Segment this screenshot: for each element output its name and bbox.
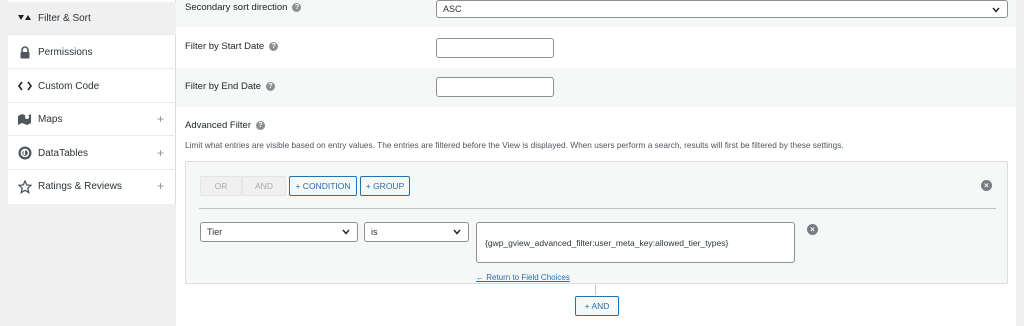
end-date-row: Filter by End Date ? [176,68,1016,107]
remove-condition-icon[interactable]: × [807,224,818,235]
chevron-down-icon [342,229,350,235]
expand-icon[interactable]: + [157,146,164,160]
lock-icon [18,45,32,59]
sidebar-item-label: Maps [38,113,63,125]
sidebar-item-label: Ratings & Reviews [38,181,122,192]
help-icon[interactable]: ? [269,42,279,51]
sidebar-item-label: Filter & Sort [38,12,91,24]
and-button[interactable]: AND [242,176,286,196]
settings-sidebar: Filter & Sort Permissions Custom Code Ma… [8,0,176,204]
expand-icon[interactable]: + [157,179,164,193]
start-date-row: Filter by Start Date ? [176,27,1016,68]
remove-group-icon[interactable]: × [981,180,992,191]
help-icon[interactable]: ? [256,121,266,130]
return-to-field-choices-link[interactable]: ← Return to Field Choices [476,273,570,282]
sidebar-item-maps[interactable]: Maps + [8,103,176,136]
filter-sort-icon [18,11,32,25]
filter-group-panel: OR AND + CONDITION + GROUP × Tier is {gw… [185,161,1008,284]
star-icon [18,179,32,194]
advanced-filter-label: Advanced Filter ? [185,120,266,131]
condition-operator-select[interactable]: is [364,222,469,242]
chevron-down-icon [453,229,461,235]
sidebar-item-label: DataTables [38,147,89,159]
help-icon[interactable]: ? [292,3,302,12]
end-date-label: Filter by End Date ? [185,81,276,92]
sidebar-item-datatables[interactable]: DataTables + [8,137,176,170]
code-icon [18,79,32,93]
condition-value-input[interactable]: {gwp_gview_advanced_filter:user_meta_key… [476,222,795,263]
advanced-filter-description: Limit what entries are visible based on … [185,140,844,150]
secondary-sort-select[interactable]: ASC [436,0,1008,18]
start-date-label: Filter by Start Date ? [185,41,279,52]
sidebar-item-filter-sort[interactable]: Filter & Sort [8,2,176,35]
divider [199,208,996,209]
sidebar-item-ratings-reviews[interactable]: Ratings & Reviews + [8,170,176,203]
sidebar-item-label: Permissions [38,46,93,58]
advanced-filter-row: Advanced Filter ? Limit what entries are… [176,107,1016,326]
help-icon[interactable]: ? [266,82,276,91]
expand-icon[interactable]: + [157,112,164,126]
add-group-button[interactable]: + GROUP [360,176,410,196]
secondary-sort-row: Secondary sort direction ? ASC [176,0,1016,27]
add-and-button[interactable]: + AND [575,296,619,316]
condition-field-select[interactable]: Tier [200,222,358,242]
datatables-icon [18,146,32,160]
or-button[interactable]: OR [200,176,242,196]
add-condition-button[interactable]: + CONDITION [289,176,357,196]
secondary-sort-label: Secondary sort direction ? [185,2,302,13]
start-date-input[interactable] [436,38,554,58]
end-date-input[interactable] [436,77,554,97]
connector-line [595,285,596,295]
map-icon [18,112,32,126]
sidebar-item-label: Custom Code [38,80,100,92]
sidebar-item-permissions[interactable]: Permissions [8,36,176,69]
settings-main: Secondary sort direction ? ASC Filter by… [176,0,1024,326]
sidebar-item-custom-code[interactable]: Custom Code [8,70,176,103]
chevron-down-icon [992,7,1000,13]
